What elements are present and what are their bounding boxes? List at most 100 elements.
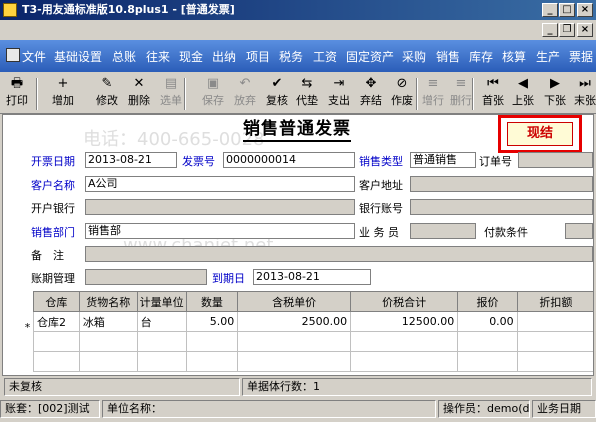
toolbar-button-label: 放弃 <box>234 94 256 107</box>
menu-inventory[interactable]: 库存 <box>469 48 493 65</box>
unsettle-icon: ✥ <box>365 76 377 91</box>
toolbar-button-16[interactable]: ▶ 下张 <box>540 76 570 112</box>
toolbar-button-7[interactable]: ✔ 复核 <box>262 76 292 112</box>
cell-goods-name[interactable]: 冰箱 <box>78 311 138 332</box>
mdi-minimize-icon[interactable]: _ <box>542 23 558 37</box>
menu-payroll[interactable]: 工资 <box>313 48 337 65</box>
invoice-no-field[interactable]: 0000000014 <box>223 152 355 168</box>
cell-quote[interactable]: 0.00 <box>457 311 518 332</box>
aging-field[interactable] <box>85 269 207 285</box>
mdi-restore-icon[interactable]: ❐ <box>559 23 575 37</box>
menu-project[interactable]: 项目 <box>246 48 270 65</box>
cell-unit-price[interactable]: 2500.00 <box>237 311 352 332</box>
toolbar-button-label: 复核 <box>266 94 288 107</box>
col-unit-price-with-tax[interactable]: 含税单价 <box>237 291 352 312</box>
table-row[interactable]: 仓库2 冰箱 台 5.00 2500.00 12500.00 0.00 <box>33 311 593 332</box>
customer-name-field[interactable]: A公司 <box>85 176 355 192</box>
invoice-no-label: 发票号 <box>182 155 215 168</box>
due-date-label: 到期日 <box>212 272 245 285</box>
close-icon[interactable]: × <box>577 3 593 17</box>
line-items-table: 仓库 货物名称 计量单位 数量 含税单价 价税合计 报价 折扣额 仓库2 冰箱 … <box>33 291 593 372</box>
due-date-field[interactable]: 2013-08-21 <box>253 269 371 285</box>
toolbar-button-13[interactable]: ≡ 删行 <box>446 76 476 112</box>
minimize-icon[interactable]: _ <box>542 3 558 17</box>
col-quote[interactable]: 报价 <box>457 291 518 312</box>
toolbar-button-label: 修改 <box>96 94 118 107</box>
payment-terms-field[interactable] <box>565 223 593 239</box>
menu-cashier[interactable]: 出纳 <box>212 48 236 65</box>
customer-address-field[interactable] <box>410 176 593 192</box>
toolbar-button-2[interactable]: ✎ 修改 <box>92 76 122 112</box>
toolbar-button-label: 增加 <box>52 94 74 107</box>
bank-account-field[interactable] <box>410 199 593 215</box>
issue-date-field[interactable]: 2013-08-21 <box>85 152 177 168</box>
remark-field[interactable] <box>85 246 593 262</box>
toolbar-button-10[interactable]: ✥ 弃结 <box>356 76 386 112</box>
table-row[interactable] <box>33 351 593 372</box>
menu-costing[interactable]: 核算 <box>502 48 526 65</box>
cell-total[interactable]: 12500.00 <box>350 311 459 332</box>
toolbar: 🖶 打印 + 增加 ✎ 修改 ✕ 删除 ▤ 选单 ▣ 保存 ↶ 放弃 ✔ 复核 ⇆ 代垫 ⇥ 支出 ✥ 弃结 ⊘ 作废 ≡ 增行 ≡… <box>0 72 596 114</box>
toolbar-button-0[interactable]: 🖶 打印 <box>2 76 32 112</box>
toolbar-button-4[interactable]: ▤ 选单 <box>156 76 186 112</box>
menu-purchase[interactable]: 采购 <box>402 48 426 65</box>
toolbar-button-label: 选单 <box>160 94 182 107</box>
sales-type-field[interactable]: 普通销售 <box>410 152 476 168</box>
mdi-close-icon[interactable]: × <box>577 23 593 37</box>
menu-production[interactable]: 生产 <box>536 48 560 65</box>
bank-field[interactable] <box>85 199 355 215</box>
menu-dealings[interactable]: 往来 <box>146 48 170 65</box>
toolbar-button-17[interactable]: ⏭ 末张 <box>570 76 596 112</box>
salesperson-field[interactable] <box>410 223 476 239</box>
order-no-field[interactable] <box>518 152 593 168</box>
col-unit[interactable]: 计量单位 <box>136 291 187 312</box>
col-goods-name[interactable]: 货物名称 <box>78 291 138 312</box>
business-date-status: 业务日期 <box>532 400 596 418</box>
toolbar-separator <box>36 78 38 110</box>
col-total-with-tax[interactable]: 价税合计 <box>350 291 459 312</box>
col-quantity[interactable]: 数量 <box>185 291 239 312</box>
menu-bills[interactable]: 票据 <box>569 48 593 65</box>
toolbar-button-3[interactable]: ✕ 删除 <box>124 76 154 112</box>
toolbar-button-12[interactable]: ≡ 增行 <box>418 76 448 112</box>
toolbar-button-label: 上张 <box>512 94 534 107</box>
maximize-icon[interactable]: □ <box>559 3 575 17</box>
col-discount[interactable]: 折扣额 <box>516 291 593 312</box>
invoice-title: 销售普通发票 <box>243 118 351 142</box>
cell-discount[interactable] <box>516 311 593 332</box>
add-row-icon: ≡ <box>427 76 439 91</box>
table-row[interactable] <box>33 331 593 352</box>
menu-basic-settings[interactable]: 基础设置 <box>54 48 102 65</box>
toolbar-button-15[interactable]: ◀ 上张 <box>508 76 538 112</box>
toolbar-button-9[interactable]: ⇥ 支出 <box>324 76 354 112</box>
toolbar-button-14[interactable]: ⏮ 首张 <box>478 76 508 112</box>
toolbar-button-1[interactable]: + 增加 <box>48 76 78 112</box>
toolbar-button-8[interactable]: ⇆ 代垫 <box>292 76 322 112</box>
col-warehouse[interactable]: 仓库 <box>33 291 80 312</box>
menu-sales[interactable]: 销售 <box>436 48 460 65</box>
menu-ledger[interactable]: 总账 <box>112 48 136 65</box>
save-icon: ▣ <box>206 76 220 91</box>
cell-warehouse[interactable]: 仓库2 <box>33 311 80 332</box>
menu-file[interactable]: 文件 <box>22 48 46 65</box>
sales-dept-field[interactable]: 销售部 <box>85 223 355 239</box>
toolbar-button-11[interactable]: ⊘ 作废 <box>387 76 417 112</box>
menu-tax[interactable]: 税务 <box>279 48 303 65</box>
first-icon: ⏮ <box>487 76 499 91</box>
cell-unit[interactable]: 台 <box>136 311 187 332</box>
salesperson-label: 业 务 员 <box>359 226 399 239</box>
title-bar: T3-用友通标准版10.8plus1 - [普通发票] _ □ × <box>0 0 596 20</box>
invoice-form: 电话：400-665-0028 www.chanjet.net 销售普通发票 现… <box>2 114 594 376</box>
sales-type-label: 销售类型 <box>359 155 403 168</box>
menu-fixed-assets[interactable]: 固定资产 <box>346 48 394 65</box>
menu-cash[interactable]: 现金 <box>179 48 203 65</box>
advance-icon: ⇆ <box>301 76 313 91</box>
settled-stamp: 现结 <box>498 115 582 153</box>
cell-quantity[interactable]: 5.00 <box>185 311 239 332</box>
watermark-phone: 电话：400-665-0028 <box>83 129 265 150</box>
bank-account-label: 银行账号 <box>359 202 403 215</box>
review-icon: ✔ <box>271 76 283 91</box>
toolbar-button-6[interactable]: ↶ 放弃 <box>230 76 260 112</box>
toolbar-button-5[interactable]: ▣ 保存 <box>198 76 228 112</box>
toolbar-button-label: 保存 <box>202 94 224 107</box>
